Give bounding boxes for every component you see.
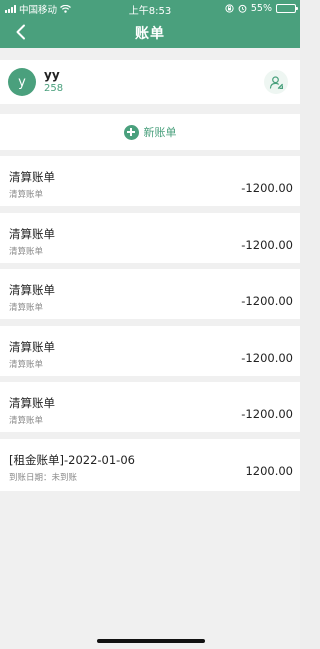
back-button[interactable] <box>11 22 31 42</box>
user-id: 258 <box>44 83 64 95</box>
user-name: yy <box>44 68 60 83</box>
chevron-left-icon <box>16 24 25 40</box>
user-edit-icon <box>269 75 283 89</box>
bill-item[interactable]: 清算账单 清算账单 -1200.00 <box>0 212 300 263</box>
user-info: yy 258 <box>44 68 64 95</box>
home-indicator[interactable] <box>97 639 205 643</box>
bill-subtitle: 到账日期：未到账 <box>9 472 78 483</box>
bill-title: [租金账单]-2022-01-06 <box>9 452 135 467</box>
bill-item[interactable]: 清算账单 清算账单 -1200.00 <box>0 325 300 376</box>
bill-title: 清算账单 <box>9 226 55 241</box>
bill-subtitle: 清算账单 <box>9 246 44 257</box>
plus-circle-icon <box>123 124 139 140</box>
new-bill-label: 新账单 <box>143 126 177 139</box>
bill-subtitle: 清算账单 <box>9 359 44 370</box>
user-card[interactable]: y yy 258 <box>0 60 300 104</box>
bill-subtitle: 清算账单 <box>9 190 44 200</box>
top-bar: 中国移动 上午8:53 55% 账单 <box>0 0 300 48</box>
app-screen: 中国移动 上午8:53 55% 账单 y yy 258 新账单 清算账单 清算账… <box>0 0 300 649</box>
bill-amount: 1200.00 <box>245 463 293 478</box>
bill-list: 清算账单 清算账单 -1200.00 清算账单 清算账单 -1200.00 清算… <box>0 156 300 491</box>
bill-title: 清算账单 <box>9 396 55 410</box>
bill-item[interactable]: 清算账单 清算账单 -1200.00 <box>0 269 300 319</box>
avatar: y <box>8 68 36 96</box>
bill-amount: -1200.00 <box>241 407 293 421</box>
battery-icon <box>276 4 298 13</box>
new-bill-button[interactable]: 新账单 <box>0 114 300 150</box>
bill-amount: -1200.00 <box>241 237 293 252</box>
page-title: 账单 <box>135 25 165 42</box>
user-edit-button[interactable] <box>264 70 288 94</box>
bill-title: 清算账单 <box>9 170 55 184</box>
bill-item[interactable]: 清算账单 清算账单 -1200.00 <box>0 156 300 206</box>
bill-title: 清算账单 <box>9 283 55 297</box>
bill-amount: -1200.00 <box>241 294 293 308</box>
bill-title: 清算账单 <box>9 339 55 354</box>
navigation-bar: 账单 <box>0 17 300 48</box>
bill-subtitle: 清算账单 <box>9 303 44 313</box>
status-time: 上午8:53 <box>128 6 172 17</box>
bill-amount: -1200.00 <box>241 181 293 195</box>
status-bar: 中国移动 上午8:53 55% <box>0 0 300 17</box>
bill-item[interactable]: 清算账单 清算账单 -1200.00 <box>0 382 300 432</box>
bill-amount: -1200.00 <box>241 350 293 365</box>
bill-item[interactable]: [租金账单]-2022-01-06 到账日期：未到账 1200.00 <box>0 438 300 491</box>
bill-subtitle: 清算账单 <box>9 416 44 426</box>
